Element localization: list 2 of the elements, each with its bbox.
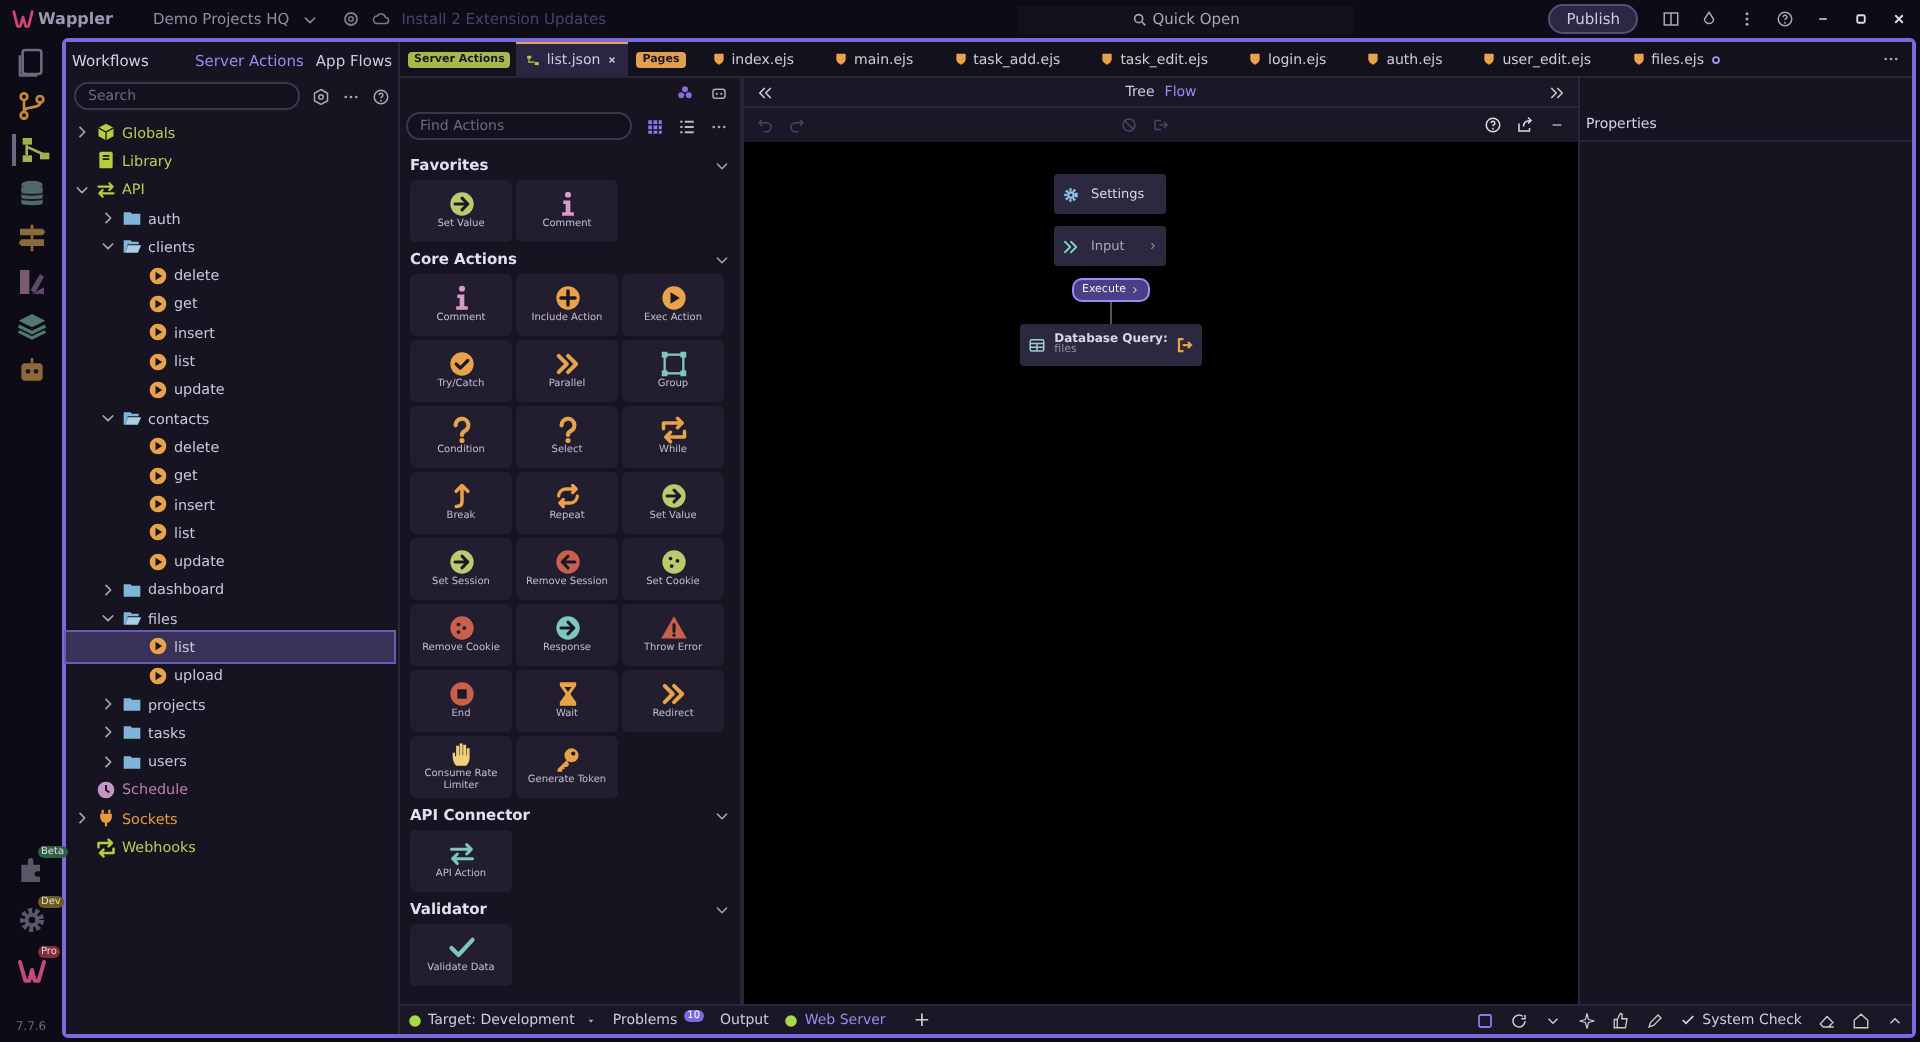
app-name: Wappler — [38, 10, 114, 28]
add-button[interactable]: + — [901, 1009, 943, 1031]
